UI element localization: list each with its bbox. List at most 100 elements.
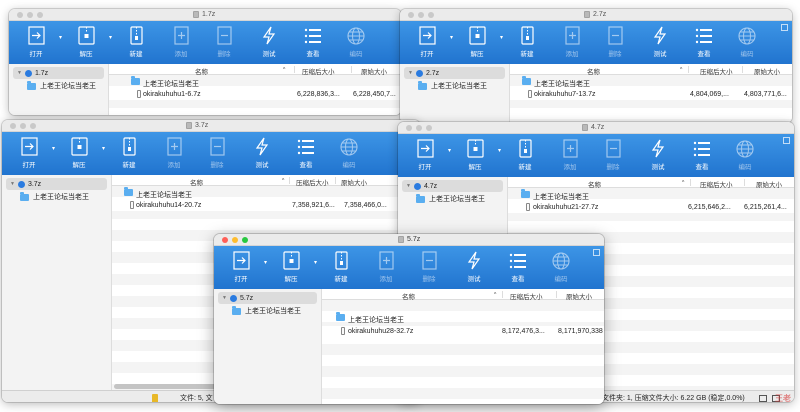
zoom-button[interactable] — [426, 125, 432, 131]
close-button[interactable] — [408, 12, 414, 18]
column-name[interactable]: 名称 — [587, 66, 600, 76]
column-compressed-size[interactable]: 压缩后大小 — [510, 291, 543, 301]
extract-button[interactable]: 解压 — [69, 26, 103, 62]
sidebar-folder-item[interactable]: 上老王论坛当老王 — [20, 191, 89, 202]
list-item-file[interactable]: okirakuhuhu21-27.7z 6,215,646,2... 6,215,2… — [508, 202, 794, 213]
list-item-file[interactable]: okirakuhuhu1-6.7z 6,228,836,3... 6,228,450… — [109, 89, 401, 100]
encode-button[interactable]: 编码 — [730, 26, 764, 62]
new-button[interactable]: 新建 — [508, 139, 542, 175]
open-button[interactable]: 打开 — [410, 26, 444, 62]
view-button[interactable]: 查看 — [685, 139, 719, 175]
column-name[interactable]: 名称 — [588, 179, 601, 189]
column-compressed-size[interactable]: 压缩后大小 — [296, 177, 329, 187]
sidebar-archive-root[interactable]: ▼ 3.7z — [6, 178, 107, 190]
open-dropdown-chevron-icon[interactable]: ▾ — [448, 147, 451, 154]
delete-button[interactable]: 删除 — [596, 139, 630, 175]
list-item-folder[interactable]: 上老王论坛当老王 — [109, 76, 401, 88]
sidebar-archive-root[interactable]: ▼ 5.7z — [218, 292, 317, 304]
test-button[interactable]: 测试 — [245, 137, 279, 173]
delete-button[interactable]: 删除 — [598, 26, 632, 62]
zoom-button[interactable] — [37, 12, 43, 18]
sidebar-archive-root[interactable]: ▼ 1.7z — [13, 67, 104, 79]
delete-button[interactable]: 删除 — [207, 26, 241, 62]
sidebar-archive-root[interactable]: ▼ 2.7z — [404, 67, 505, 79]
view-button[interactable]: 查看 — [289, 137, 323, 173]
open-button[interactable]: 打开 — [19, 26, 53, 62]
toolbar-options-icon[interactable] — [781, 24, 788, 31]
toolbar-options-icon[interactable] — [783, 137, 790, 144]
delete-button[interactable]: 删除 — [412, 251, 446, 287]
view-button[interactable]: 查看 — [687, 26, 721, 62]
extract-dropdown-chevron-icon[interactable]: ▾ — [500, 34, 503, 41]
column-original-size[interactable]: 原始大小 — [361, 66, 387, 76]
extract-dropdown-chevron-icon[interactable]: ▾ — [314, 259, 317, 266]
view-button[interactable]: 查看 — [501, 251, 535, 287]
open-button[interactable]: 打开 — [408, 139, 442, 175]
close-button[interactable] — [222, 237, 228, 243]
new-button[interactable]: 新建 — [112, 137, 146, 173]
list-item-file[interactable]: okirakuhuhu14-20.7z 7,358,921,6... 7,358,4… — [112, 200, 420, 211]
sidebar-folder-item[interactable]: 上老王论坛当老王 — [27, 80, 96, 91]
list-item-folder[interactable]: 上老王论坛当老王 — [112, 187, 420, 199]
column-name[interactable]: 名称 — [190, 177, 203, 187]
add-button[interactable]: 添加 — [369, 251, 403, 287]
open-dropdown-chevron-icon[interactable]: ▾ — [264, 259, 267, 266]
close-button[interactable] — [10, 123, 16, 129]
column-original-size[interactable]: 原始大小 — [754, 66, 780, 76]
encode-button[interactable]: 编码 — [728, 139, 762, 175]
minimize-button[interactable] — [416, 125, 422, 131]
new-button[interactable]: 新建 — [324, 251, 358, 287]
extract-button[interactable]: 解压 — [458, 139, 492, 175]
minimize-button[interactable] — [232, 237, 238, 243]
test-button[interactable]: 测试 — [641, 139, 675, 175]
add-button[interactable]: 添加 — [555, 26, 589, 62]
list-item-folder[interactable]: 上老王论坛当老王 — [508, 189, 794, 201]
open-dropdown-chevron-icon[interactable]: ▾ — [450, 34, 453, 41]
test-button[interactable]: 测试 — [252, 26, 286, 62]
extract-button[interactable]: 解压 — [62, 137, 96, 173]
chevron-down-icon[interactable]: ▼ — [406, 183, 411, 189]
minimize-button[interactable] — [418, 12, 424, 18]
test-button[interactable]: 测试 — [643, 26, 677, 62]
list-item-folder[interactable]: 上老王论坛当老王 — [510, 76, 792, 88]
column-original-size[interactable]: 原始大小 — [341, 177, 367, 187]
column-original-size[interactable]: 原始大小 — [566, 291, 592, 301]
extract-button[interactable]: 解压 — [274, 251, 308, 287]
column-original-size[interactable]: 原始大小 — [756, 179, 782, 189]
list-item-file[interactable]: okirakuhuhu28-32.7z 8,172,476,3... 8,171,9… — [322, 326, 604, 337]
encode-button[interactable]: 编码 — [339, 26, 373, 62]
open-dropdown-chevron-icon[interactable]: ▾ — [59, 34, 62, 41]
zoom-button[interactable] — [30, 123, 36, 129]
chevron-down-icon[interactable]: ▼ — [17, 70, 22, 76]
list-item-folder[interactable]: 上老王论坛当老王 — [322, 312, 604, 324]
view-button[interactable]: 查看 — [296, 26, 330, 62]
minimize-button[interactable] — [20, 123, 26, 129]
open-dropdown-chevron-icon[interactable]: ▾ — [52, 145, 55, 152]
column-name[interactable]: 名称 — [195, 66, 208, 76]
extract-dropdown-chevron-icon[interactable]: ▾ — [498, 147, 501, 154]
zoom-button[interactable] — [242, 237, 248, 243]
delete-button[interactable]: 删除 — [200, 137, 234, 173]
add-button[interactable]: 添加 — [553, 139, 587, 175]
column-compressed-size[interactable]: 压缩后大小 — [700, 179, 733, 189]
extract-dropdown-chevron-icon[interactable]: ▾ — [102, 145, 105, 152]
test-button[interactable]: 测试 — [457, 251, 491, 287]
sidebar-archive-root[interactable]: ▼ 4.7z — [402, 180, 503, 192]
sidebar-folder-item[interactable]: 上老王论坛当老王 — [418, 80, 487, 91]
zoom-button[interactable] — [428, 12, 434, 18]
new-button[interactable]: 新建 — [119, 26, 153, 62]
minimize-button[interactable] — [27, 12, 33, 18]
encode-button[interactable]: 编码 — [332, 137, 366, 173]
chevron-down-icon[interactable]: ▼ — [408, 70, 413, 76]
chevron-down-icon[interactable]: ▼ — [10, 181, 15, 187]
extract-dropdown-chevron-icon[interactable]: ▾ — [109, 34, 112, 41]
chevron-down-icon[interactable]: ▼ — [222, 295, 227, 301]
column-compressed-size[interactable]: 压缩后大小 — [302, 66, 335, 76]
toolbar-options-icon[interactable] — [593, 249, 600, 256]
sidebar-folder-item[interactable]: 上老王论坛当老王 — [416, 193, 485, 204]
extract-button[interactable]: 解压 — [460, 26, 494, 62]
add-button[interactable]: 添加 — [157, 137, 191, 173]
close-button[interactable] — [406, 125, 412, 131]
add-button[interactable]: 添加 — [164, 26, 198, 62]
column-compressed-size[interactable]: 压缩后大小 — [700, 66, 733, 76]
